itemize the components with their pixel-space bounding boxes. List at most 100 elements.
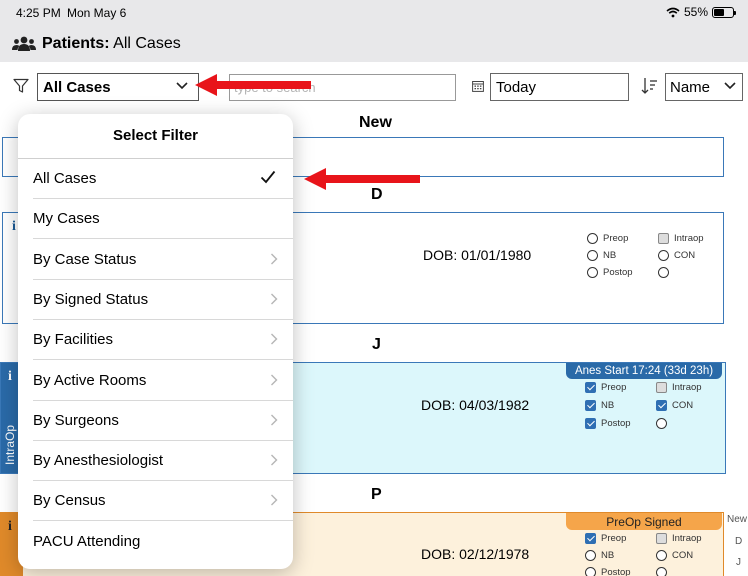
check-label: Intraop (672, 382, 702, 393)
checkmark-icon (260, 170, 276, 184)
check-label: CON (674, 250, 696, 261)
calendar-icon[interactable] (472, 80, 484, 92)
radio-icon (587, 250, 598, 261)
filter-dropdown[interactable]: All Cases (37, 73, 199, 101)
sort-dropdown[interactable]: Name (665, 73, 743, 101)
radio-icon (656, 550, 667, 561)
check-nb[interactable]: NB (585, 550, 614, 561)
chevron-down-icon (724, 82, 736, 90)
check-blank[interactable] (656, 567, 667, 576)
filter-option-by-signed-status[interactable]: By Signed Status (18, 280, 293, 320)
index-item-new[interactable]: New (727, 514, 747, 525)
filter-option-by-facilities[interactable]: By Facilities (18, 320, 293, 361)
check-label: NB (601, 400, 615, 411)
index-item-d[interactable]: D (735, 536, 742, 547)
checkbox-icon (656, 533, 667, 544)
info-icon[interactable]: i (8, 519, 12, 535)
check-label: Intraop (674, 233, 704, 244)
check-preop[interactable]: Preop (585, 533, 626, 544)
check-label: Postop (603, 267, 633, 278)
check-postop[interactable]: Postop (585, 418, 631, 429)
check-label: Preop (601, 382, 627, 393)
filter-option-label: All Cases (33, 170, 97, 187)
check-postop[interactable]: Postop (587, 267, 633, 278)
filter-option-label: By Surgeons (33, 411, 119, 429)
patient-dob: DOB: 02/12/1978 (421, 546, 530, 562)
check-label: Preop (601, 533, 627, 544)
filter-option-my-cases[interactable]: My Cases (18, 199, 293, 240)
preop-signed-badge: PreOp Signed (566, 513, 722, 530)
check-con[interactable]: CON (656, 550, 693, 561)
radio-icon (585, 567, 596, 576)
checkbox-checked-icon (585, 418, 596, 429)
chevron-right-icon (271, 293, 278, 305)
filter-option-by-case-status[interactable]: By Case Status (18, 240, 293, 280)
toolbar: All Cases Today Name (0, 62, 748, 110)
radio-icon (587, 267, 598, 278)
checkbox-checked-icon (585, 533, 596, 544)
sort-icon[interactable] (641, 77, 659, 95)
battery-percent: 55% (683, 5, 708, 19)
chevron-right-icon (271, 454, 278, 466)
popover-title: Select Filter (112, 127, 199, 144)
users-icon (12, 36, 36, 51)
check-preop[interactable]: Preop (587, 233, 628, 244)
filter-option-pacu-attending[interactable]: PACU Attending (18, 522, 293, 562)
patient-dob: DOB: 01/01/1980 (423, 247, 532, 263)
radio-icon (585, 550, 596, 561)
filter-option-label: My Cases (33, 210, 100, 228)
check-label: CON (672, 550, 694, 561)
info-icon[interactable]: i (12, 219, 16, 235)
check-postop[interactable]: Postop (585, 567, 631, 576)
check-blank[interactable] (658, 267, 669, 278)
check-con[interactable]: CON (656, 400, 693, 411)
radio-icon (658, 250, 669, 261)
check-con[interactable]: CON (658, 250, 695, 261)
check-nb[interactable]: NB (585, 400, 614, 411)
radio-icon (656, 418, 667, 429)
filter-option-all-cases[interactable]: All Cases (18, 159, 293, 199)
filter-option-by-surgeons[interactable]: By Surgeons (18, 401, 293, 441)
filter-option-label: By Signed Status (33, 290, 149, 308)
filter-option-label: By Facilities (33, 331, 114, 349)
annotation-arrow-filter (195, 74, 311, 96)
filter-popover: Select Filter All Cases My Cases By Case S… (18, 114, 293, 569)
status-right: 55% (666, 5, 736, 19)
check-label: NB (601, 550, 615, 561)
info-icon[interactable]: i (8, 369, 12, 385)
check-preop[interactable]: Preop (585, 382, 626, 393)
check-blank[interactable] (656, 418, 667, 429)
check-label: Preop (603, 233, 629, 244)
date-field-value: Today (496, 79, 537, 96)
wifi-icon (666, 7, 680, 17)
chevron-down-icon (176, 82, 188, 90)
check-nb[interactable]: NB (587, 250, 616, 261)
radio-icon (656, 567, 667, 576)
filter-icon[interactable] (13, 78, 29, 94)
filter-option-by-active-rooms[interactable]: By Active Rooms (18, 361, 293, 401)
check-label: Postop (601, 418, 631, 429)
check-intraop[interactable]: Intraop (656, 533, 702, 544)
radio-icon (658, 267, 669, 278)
check-label: Intraop (672, 533, 702, 544)
check-label: CON (672, 400, 694, 411)
chevron-right-icon (271, 253, 278, 265)
page-title: Patients: All Cases (42, 35, 181, 53)
check-intraop[interactable]: Intraop (656, 382, 702, 393)
date-field[interactable]: Today (490, 73, 629, 101)
index-item-j[interactable]: J (736, 557, 741, 568)
chevron-right-icon (271, 374, 278, 385)
checkbox-checked-icon (585, 382, 596, 393)
status-date: Mon May 6 (67, 6, 127, 20)
filter-option-label: By Census (33, 492, 106, 510)
group-header-new: New (359, 114, 392, 131)
checkbox-checked-icon (656, 400, 667, 411)
check-intraop[interactable]: Intraop (658, 233, 704, 244)
checkbox-icon (656, 382, 667, 393)
filter-option-by-census[interactable]: By Census (18, 481, 293, 522)
filter-option-by-anesthesiologist[interactable]: By Anesthesiologist (18, 441, 293, 482)
anes-start-badge: Anes Start 17:24 (33d 23h) (566, 363, 722, 379)
check-label: Postop (601, 567, 631, 576)
status-bar: 4:25 PM Mon May 6 55% (0, 0, 748, 26)
group-header-j: J (372, 336, 381, 353)
